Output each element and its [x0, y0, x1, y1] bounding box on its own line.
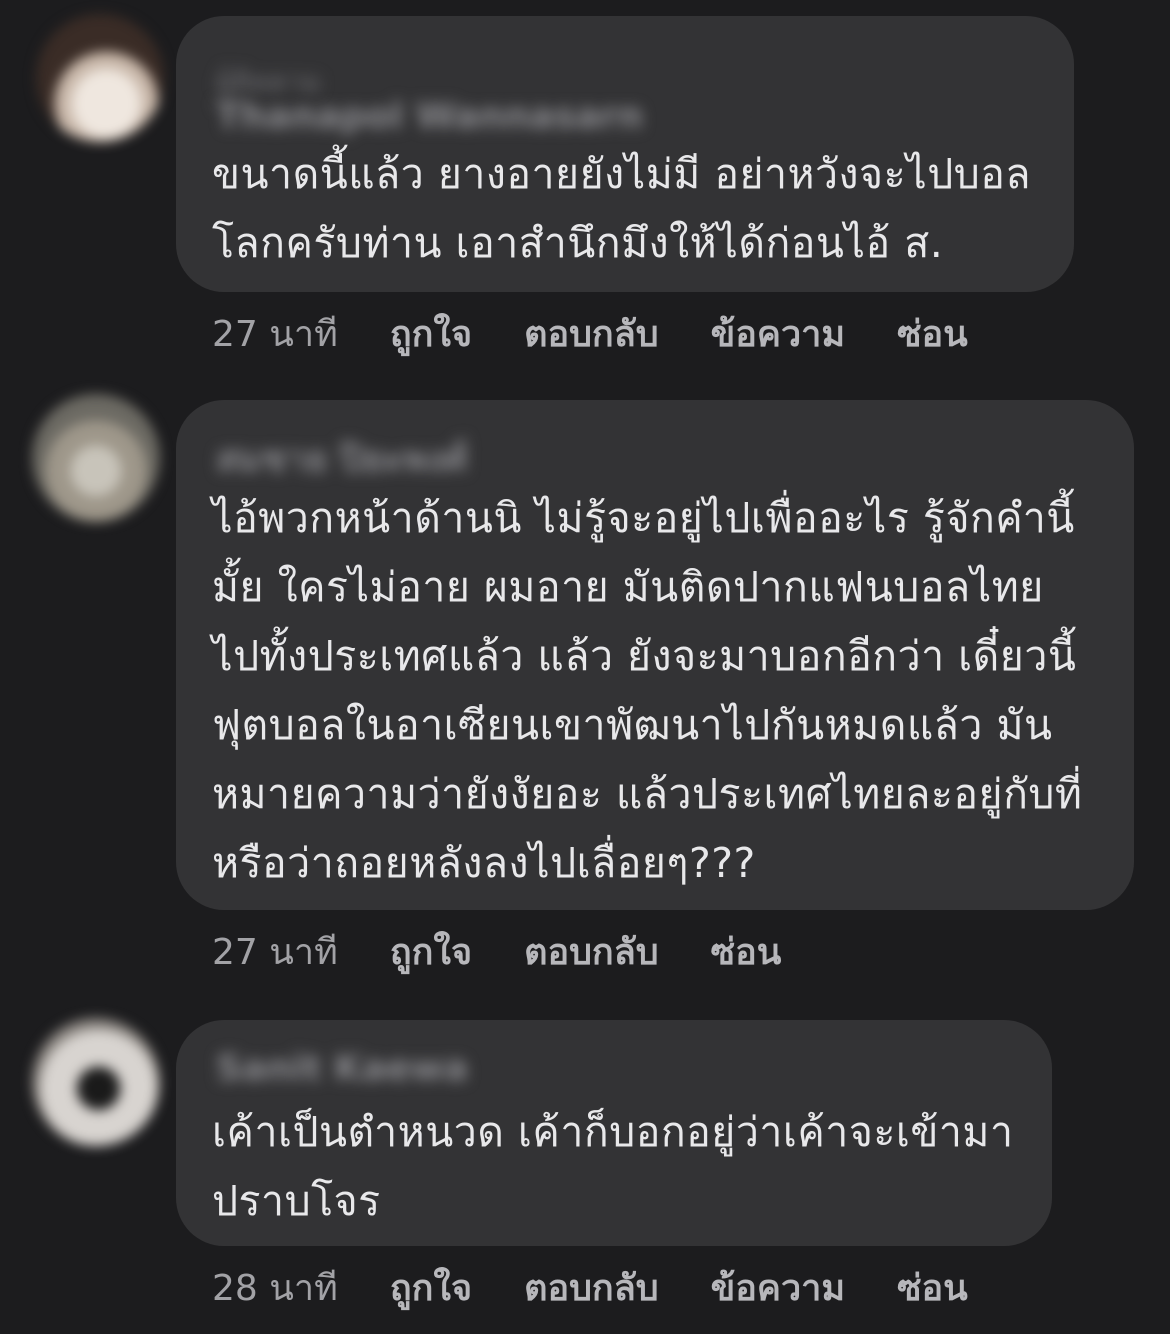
avatar[interactable] — [36, 14, 164, 142]
author-name[interactable]: Thanapol Wannasarn — [216, 96, 643, 137]
reply-button[interactable]: ตอบกลับ — [524, 1259, 659, 1316]
comment-actions: 28 นาที ถูกใจ ตอบกลับ ข้อความ ซ่อน — [212, 1262, 1020, 1312]
comment-actions: 27 นาที ถูกใจ ตอบกลับ ซ่อน — [212, 926, 833, 976]
reply-button[interactable]: ตอบกลับ — [524, 923, 659, 980]
like-button[interactable]: ถูกใจ — [390, 305, 472, 362]
message-button[interactable]: ข้อความ — [711, 1259, 845, 1316]
avatar[interactable] — [32, 1018, 160, 1146]
hide-button[interactable]: ซ่อน — [711, 923, 782, 980]
comment-bubble[interactable]: Sanit Kaewa เค้าเป็นตำหนวด เค้าก็บอกอยู่… — [176, 1020, 1052, 1246]
timestamp: 27 นาที — [212, 931, 338, 973]
hide-button[interactable]: ซ่อน — [897, 305, 968, 362]
hide-button[interactable]: ซ่อน — [897, 1259, 968, 1316]
comment-text: ไอ้พวกหน้าด้านนิ ไม่รู้จะอยู่ไปเพื่ออะไร… — [212, 494, 1083, 887]
comment-actions: 27 นาที ถูกใจ ตอบกลับ ข้อความ ซ่อน — [212, 308, 1020, 358]
like-button[interactable]: ถูกใจ — [390, 1259, 472, 1316]
comment-bubble[interactable]: ผู้ติดตาม Thanapol Wannasarn ขนาดนี้แล้ว… — [176, 16, 1074, 292]
timestamp: 27 นาที — [212, 313, 338, 355]
comment-bubble[interactable]: สมชาย ปิยะพงศ์ ไอ้พวกหน้าด้านนิ ไม่รู้จะ… — [176, 400, 1134, 910]
reply-button[interactable]: ตอบกลับ — [524, 305, 659, 362]
author-name[interactable]: Sanit Kaewa — [216, 1048, 468, 1089]
author-name[interactable]: สมชาย ปิยะพงศ์ — [216, 430, 467, 487]
message-button[interactable]: ข้อความ — [711, 305, 845, 362]
avatar[interactable] — [32, 394, 160, 522]
comment-text: เค้าเป็นตำหนวด เค้าก็บอกอยู่ว่าเค้าจะเข้… — [212, 1108, 1014, 1225]
like-button[interactable]: ถูกใจ — [390, 923, 472, 980]
timestamp: 28 นาที — [212, 1267, 338, 1309]
comment-text: ขนาดนี้แล้ว ยางอายยังไม่มี อย่าหวังจะไปบ… — [212, 150, 1032, 267]
